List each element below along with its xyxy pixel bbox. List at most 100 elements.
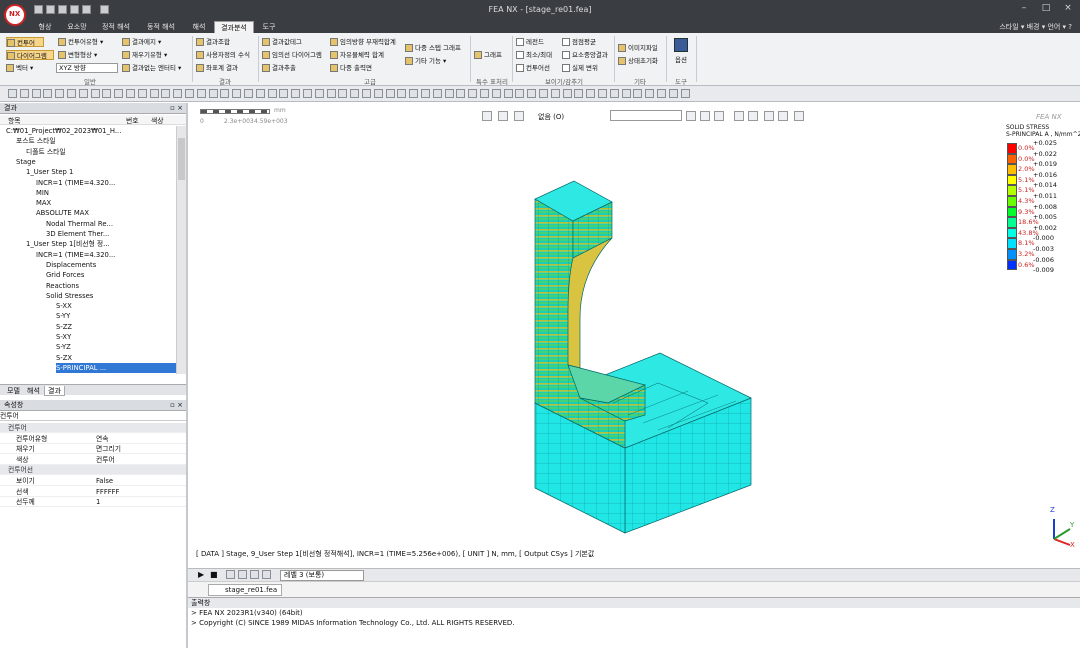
toolbar-tool-icon[interactable] (114, 89, 124, 98)
arbitrary-line-diagram-button[interactable]: 임의선 다이어그램 (262, 50, 328, 60)
property-row[interactable]: 컨투어유형 연속 (0, 434, 186, 444)
reset-state-button[interactable]: 상태초기화 (618, 56, 664, 66)
graph-button[interactable]: 그래프 (474, 50, 510, 60)
tree-item[interactable]: Displacements (46, 260, 96, 270)
toolbar-tool-icon[interactable] (480, 89, 489, 98)
toolbar-tool-icon[interactable] (67, 89, 76, 98)
tree-item[interactable]: C:₩01_Project₩02_2023₩01_H... (6, 126, 121, 136)
toolbar-tool-icon[interactable] (173, 89, 183, 98)
toolbar-tool-icon[interactable] (645, 89, 655, 98)
toolbar-tool-icon[interactable] (668, 89, 678, 98)
tab-analysis-panel[interactable]: 해석 (24, 386, 43, 396)
stop-icon[interactable]: ■ (210, 570, 218, 579)
element-center-result-checkbox[interactable]: 요소중앙결과 (562, 50, 614, 60)
real-displacement-checkbox[interactable]: 실제 변위 (562, 63, 610, 73)
toolbar-tool-icon[interactable] (137, 89, 147, 98)
toolbar-tool-icon[interactable] (621, 89, 631, 98)
tab-geometry[interactable]: 형상 (30, 21, 60, 33)
tree-item[interactable]: 포스트 스타일 (16, 136, 56, 146)
close-icon[interactable]: × (1058, 3, 1078, 16)
toolbar-tool-icon[interactable] (90, 89, 100, 98)
tree-item[interactable]: Reactions (46, 281, 79, 291)
options-button[interactable]: 옵션 (672, 38, 690, 68)
toolbar-tool-icon[interactable] (208, 89, 218, 98)
toolbar-tool-icon[interactable] (232, 89, 242, 98)
tab-result-analysis[interactable]: 결과분석 (214, 21, 254, 33)
property-row[interactable]: 보이기 False (0, 476, 186, 486)
level-dropdown[interactable]: 레벨 3 (보통) (280, 570, 364, 581)
toolbar-tool-icon[interactable] (598, 89, 607, 98)
menu-right-options[interactable]: 스타일 ▾ 배경 ▾ 언어 ▾ ? (999, 21, 1072, 33)
toolbar-tool-icon[interactable] (350, 89, 360, 98)
result-edge-button[interactable]: 결과에지 ▾ (122, 37, 186, 47)
direction-dropdown[interactable]: XYZ 방향 (56, 63, 118, 73)
toolbar-tool-icon[interactable] (303, 89, 312, 98)
toolbar-tool-icon[interactable] (539, 89, 548, 98)
toolbar-tool-icon[interactable] (149, 89, 159, 98)
tree-scrollbar[interactable] (176, 126, 186, 374)
toolbar-tool-icon[interactable] (562, 89, 572, 98)
toolbar-tool-icon[interactable] (385, 89, 395, 98)
tree-item[interactable]: Grid Forces (46, 270, 84, 280)
play-icon[interactable]: ▶ (198, 570, 204, 579)
maximize-icon[interactable]: □ (1036, 3, 1056, 16)
toolbar-tool-icon[interactable] (609, 89, 619, 98)
tab-result[interactable]: 결과 (44, 386, 65, 396)
tab-dynamic-analysis[interactable]: 동적 해석 (138, 21, 184, 33)
deformed-shape-button[interactable]: 변형형상 ▾ (58, 50, 118, 60)
toolbar-tool-icon[interactable] (503, 89, 513, 98)
toolbar-tool-icon[interactable] (244, 89, 253, 98)
tree-item[interactable]: MAX (36, 198, 51, 208)
step-icon[interactable] (250, 570, 259, 579)
tab-model[interactable]: 모델 (4, 386, 23, 396)
toolbar-tool-icon[interactable] (586, 89, 596, 98)
toolbar-tool-icon[interactable] (31, 89, 41, 98)
toolbar-tool-icon[interactable] (43, 89, 53, 98)
toolbar-tool-icon[interactable] (279, 89, 289, 98)
toolbar-tool-icon[interactable] (291, 89, 301, 98)
model-viewport[interactable]: mm 0 2.3e+003 4.59e+003 없음 (O) FEA NX Z … (188, 103, 1080, 555)
toolbar-tool-icon[interactable] (421, 89, 430, 98)
toolbar-tool-icon[interactable] (397, 89, 407, 98)
tree-item[interactable]: Nodal Thermal Re... (46, 219, 113, 229)
tree-item[interactable]: 1_User Step 1 (26, 167, 73, 177)
node-average-checkbox[interactable]: 점점평균 (562, 37, 612, 47)
toolbar-tool-icon[interactable] (633, 89, 643, 98)
other-functions-button[interactable]: 기타 기능 ▾ (405, 56, 457, 66)
toolbar-tool-icon[interactable] (326, 89, 336, 98)
tree-item[interactable]: ABSOLUTE MAX (36, 208, 89, 218)
tree-item[interactable]: Solid Stresses (46, 291, 93, 301)
tree-item[interactable]: 1_User Step 1[비선형 정... (26, 239, 110, 249)
toolbar-tool-icon[interactable] (19, 89, 29, 98)
diagram-button[interactable]: 다이어그램 (6, 50, 54, 60)
free-body-force-button[interactable]: 자유물체력 합계 (330, 50, 392, 60)
result-extract-button[interactable]: 결과추출 (262, 63, 312, 73)
contour-type-button[interactable]: 컨투어유형 ▾ (58, 37, 118, 47)
property-row[interactable]: 선색 FFFFFF (0, 487, 186, 497)
min-max-checkbox[interactable]: 최소/최대 (516, 50, 560, 60)
toolbar-tool-icon[interactable] (8, 89, 17, 98)
toolbar-tool-icon[interactable] (55, 89, 65, 98)
toolbar-tool-icon[interactable] (456, 89, 466, 98)
toolbar-tool-icon[interactable] (267, 89, 277, 98)
multi-output-plane-button[interactable]: 다중 출력면 (330, 63, 380, 73)
tree-item[interactable]: INCR=1 (TIME=4.320... (36, 250, 115, 260)
toolbar-tool-icon[interactable] (102, 89, 112, 98)
result-tag-button[interactable]: 결과값테그 (262, 37, 320, 47)
vector-button[interactable]: 벡터 ▾ (6, 63, 52, 73)
toolbar-tool-icon[interactable] (550, 89, 560, 98)
tree-item[interactable]: S-XY (56, 332, 71, 342)
app-logo[interactable]: NX (4, 4, 26, 26)
settings-icon[interactable] (238, 570, 247, 579)
tree-item[interactable]: S-YY (56, 311, 70, 321)
member-force-sum-button[interactable]: 임의방향 부재력합계 (330, 37, 402, 47)
property-row[interactable]: 색상 컨투어 (0, 455, 186, 465)
toolbar-tool-icon[interactable] (220, 89, 230, 98)
contour-line-checkbox[interactable]: 컨투어선 (516, 63, 560, 73)
tree-item[interactable]: S-PRINCIPAL ... (56, 362, 176, 373)
tab-tools[interactable]: 도구 (254, 21, 284, 33)
minimize-icon[interactable]: – (1014, 3, 1034, 16)
toolbar-tool-icon[interactable] (680, 89, 690, 98)
toolbar-tool-icon[interactable] (196, 89, 206, 98)
legend-checkbox[interactable]: 레전드 (516, 37, 560, 47)
